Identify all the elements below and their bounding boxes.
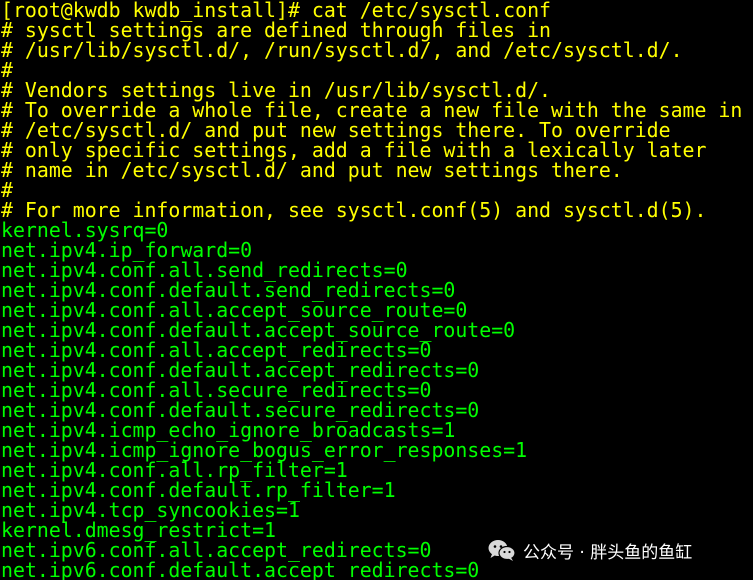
config-line: net.ipv4.conf.all.secure_redirects=0	[1, 378, 432, 402]
config-line: net.ipv4.tcp_syncookies=1	[1, 498, 300, 522]
comment-line: #	[1, 178, 13, 202]
command-prompt: [root@kwdb kwdb_install]# cat /etc/sysct…	[1, 0, 552, 22]
config-line: net.ipv6.conf.default.accept_redirects=0	[1, 558, 480, 580]
config-line: net.ipv4.ip_forward=0	[1, 238, 253, 262]
watermark-text: 公众号 · 胖头鱼的鱼缸	[523, 542, 693, 563]
config-line: net.ipv4.conf.default.accept_source_rout…	[1, 318, 516, 342]
wechat-icon	[488, 540, 516, 561]
comment-line: # For more information, see sysctl.conf(…	[1, 198, 707, 222]
config-line: net.ipv4.icmp_ignore_bogus_error_respons…	[1, 438, 528, 462]
comment-line: # /usr/lib/sysctl.d/, /run/sysctl.d/, an…	[1, 38, 683, 62]
comment-line: # Vendors settings live in /usr/lib/sysc…	[1, 78, 552, 102]
terminal-window[interactable]: [root@kwdb kwdb_install]# cat /etc/sysct…	[0, 0, 753, 580]
config-line: net.ipv4.conf.all.send_redirects=0	[1, 258, 408, 282]
config-line: net.ipv4.conf.all.accept_source_route=0	[1, 298, 468, 322]
comment-line: #	[1, 58, 13, 82]
comment-line: # only specific settings, add a file wit…	[1, 138, 707, 162]
config-line: net.ipv4.icmp_echo_ignore_broadcasts=1	[1, 418, 456, 442]
config-line: net.ipv4.conf.all.rp_filter=1	[1, 458, 348, 482]
config-line: net.ipv4.conf.default.secure_redirects=0	[1, 398, 480, 422]
config-line: net.ipv4.conf.default.rp_filter=1	[1, 478, 396, 502]
config-line: net.ipv4.conf.all.accept_redirects=0	[1, 338, 432, 362]
comment-line: # sysctl settings are defined through fi…	[1, 18, 552, 42]
config-line: net.ipv4.conf.default.accept_redirects=0	[1, 358, 480, 382]
config-line: kernel.dmesg_restrict=1	[1, 518, 277, 542]
config-line: net.ipv4.conf.default.send_redirects=0	[1, 278, 456, 302]
comment-line: # name in /etc/sysctl.d/ and put new set…	[1, 158, 623, 182]
comment-line: # To override a whole file, create a new…	[1, 98, 743, 122]
comment-line: # /etc/sysctl.d/ and put new settings th…	[1, 118, 671, 142]
watermark: 公众号 · 胖头鱼的鱼缸	[487, 537, 692, 563]
config-line: kernel.sysrq=0	[1, 218, 169, 242]
config-line: net.ipv6.conf.all.accept_redirects=0	[1, 538, 432, 562]
